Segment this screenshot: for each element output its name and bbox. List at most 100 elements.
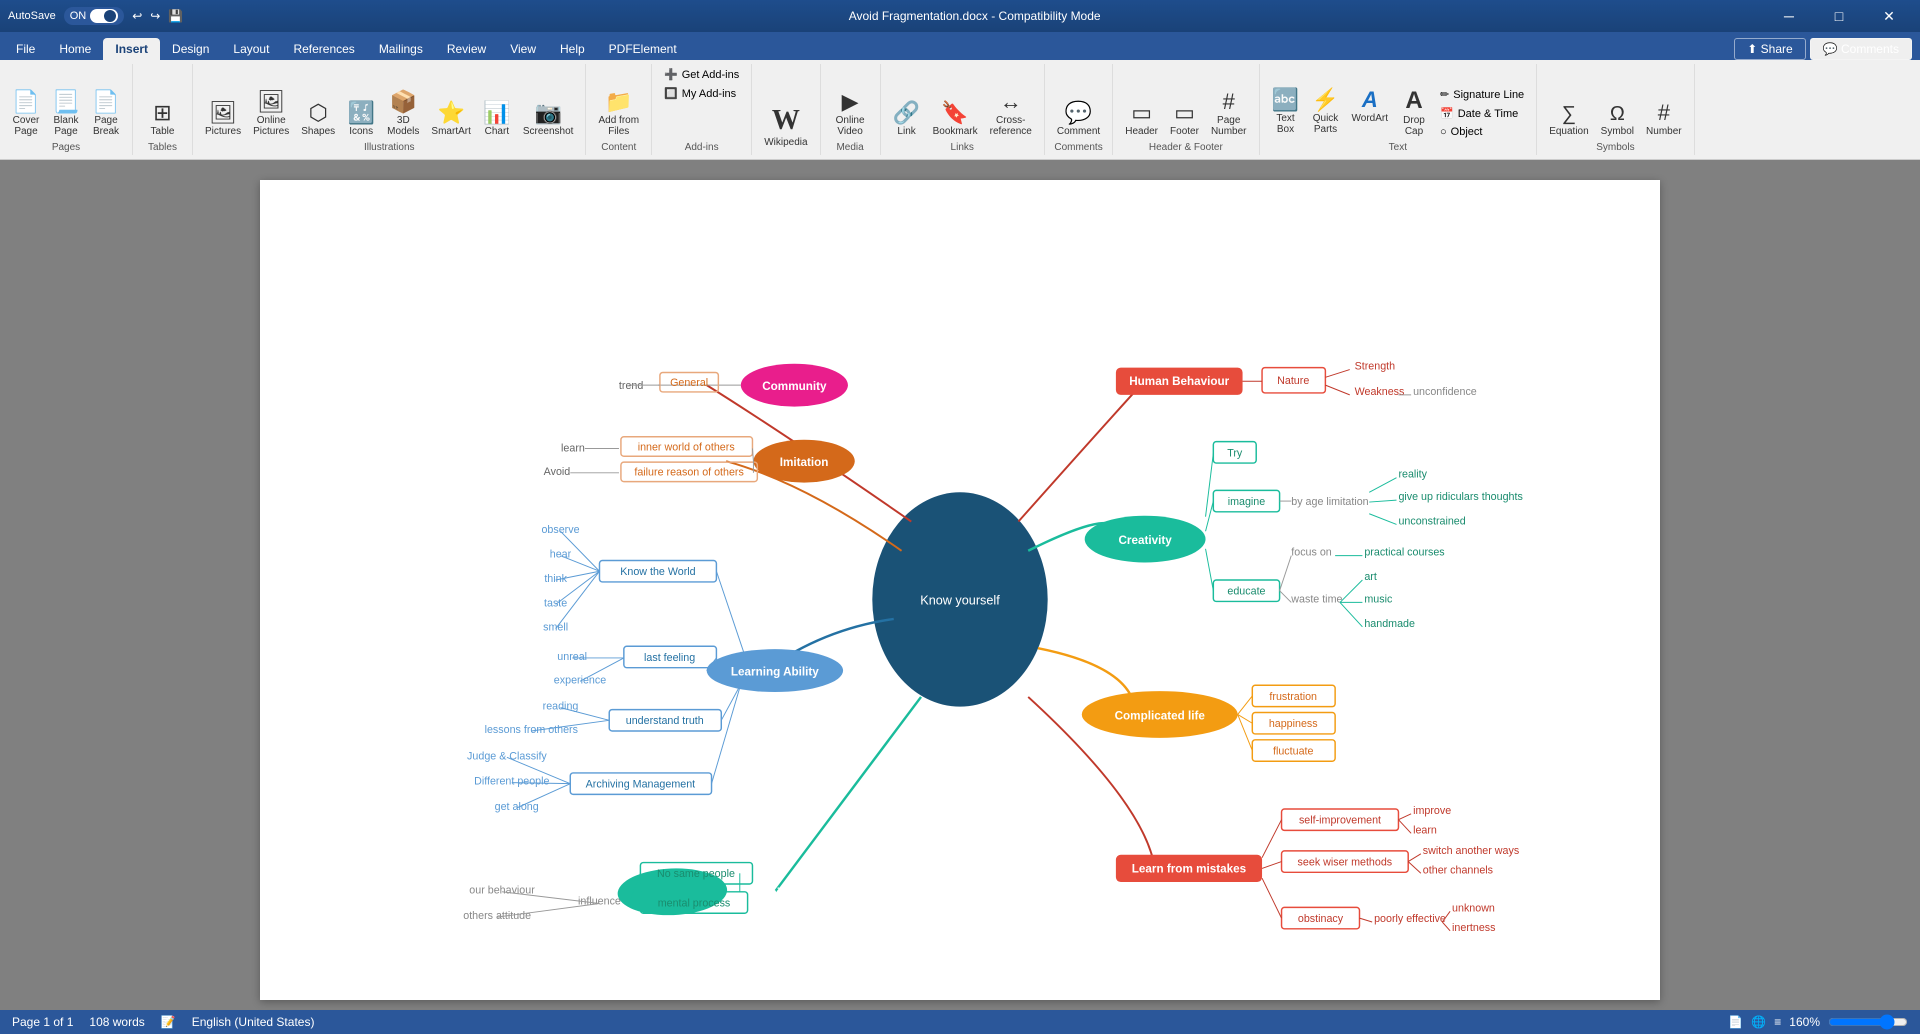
tab-review[interactable]: Review bbox=[435, 38, 498, 60]
cross-reference-button[interactable]: ↔ Cross-reference bbox=[986, 88, 1036, 140]
equation-button[interactable]: ∑ Equation bbox=[1545, 101, 1592, 140]
maximize-button[interactable]: □ bbox=[1816, 0, 1862, 32]
tab-help[interactable]: Help bbox=[548, 38, 597, 60]
tab-references[interactable]: References bbox=[281, 38, 366, 60]
page-break-icon: 📄 bbox=[92, 91, 119, 113]
icons-button[interactable]: 🔣 Icons bbox=[343, 99, 379, 140]
comments-button[interactable]: 💬 Comments bbox=[1810, 38, 1912, 60]
pictures-button[interactable]: 🖼 Pictures bbox=[201, 99, 245, 140]
my-addins-button[interactable]: 🔲 My Add-ins bbox=[660, 85, 743, 102]
undo-icon[interactable]: ↩ bbox=[132, 9, 142, 23]
close-button[interactable]: ✕ bbox=[1866, 0, 1912, 32]
symbol-button[interactable]: Ω Symbol bbox=[1597, 101, 1638, 140]
quick-parts-button[interactable]: ⚡ QuickParts bbox=[1308, 86, 1344, 140]
chart-button[interactable]: 📊 Chart bbox=[479, 99, 515, 140]
text-small-items: ✏ Signature Line 📅 Date & Time ○ Object bbox=[1436, 86, 1528, 140]
svg-text:imagine: imagine bbox=[1228, 496, 1266, 508]
link-icon: 🔗 bbox=[893, 102, 920, 124]
wordart-button[interactable]: A WordArt bbox=[1348, 86, 1393, 140]
links-group-label: Links bbox=[951, 142, 974, 153]
3d-models-button[interactable]: 📦 3DModels bbox=[383, 88, 423, 140]
save-icon[interactable]: 💾 bbox=[168, 9, 183, 23]
page-number-button[interactable]: # PageNumber bbox=[1207, 88, 1251, 140]
link-button[interactable]: 🔗 Link bbox=[889, 99, 925, 140]
language-info[interactable]: English (United States) bbox=[192, 1015, 315, 1029]
redo-icon[interactable]: ↪ bbox=[150, 9, 160, 23]
screenshot-label: Screenshot bbox=[523, 126, 574, 137]
spell-check-icon[interactable]: 📝 bbox=[161, 1015, 176, 1029]
media-items: ▶ OnlineVideo bbox=[832, 66, 869, 140]
svg-text:unknown: unknown bbox=[1452, 902, 1495, 914]
view-web-icon[interactable]: 🌐 bbox=[1751, 1015, 1766, 1029]
svg-text:seek wiser methods: seek wiser methods bbox=[1298, 856, 1393, 868]
wikipedia-button[interactable]: W Wikipedia bbox=[760, 104, 811, 151]
content-group-label: Content bbox=[601, 142, 636, 153]
illustrations-group-label: Illustrations bbox=[364, 142, 415, 153]
smartart-button[interactable]: ⭐ SmartArt bbox=[427, 99, 474, 140]
bookmark-button[interactable]: 🔖 Bookmark bbox=[929, 99, 982, 140]
text-box-button[interactable]: 🔤 TextBox bbox=[1268, 86, 1304, 140]
minimize-button[interactable]: ─ bbox=[1766, 0, 1812, 32]
svg-text:Human Behaviour: Human Behaviour bbox=[1129, 375, 1229, 388]
tab-pdflement[interactable]: PDFElement bbox=[597, 38, 689, 60]
document-area[interactable]: Know yourself Community trend General I bbox=[0, 160, 1920, 1010]
object-button[interactable]: ○ Object bbox=[1436, 124, 1528, 140]
table-icon: ⊞ bbox=[153, 102, 171, 124]
get-addins-button[interactable]: ➕ Get Add-ins bbox=[660, 66, 743, 83]
bookmark-icon: 🔖 bbox=[941, 102, 968, 124]
get-addins-label: Get Add-ins bbox=[682, 69, 739, 81]
autosave-toggle[interactable]: ON bbox=[64, 7, 125, 25]
shapes-button[interactable]: ⬡ Shapes bbox=[297, 99, 339, 140]
tab-file[interactable]: File bbox=[4, 38, 47, 60]
add-from-files-icon: 📁 bbox=[605, 91, 632, 113]
chart-label: Chart bbox=[485, 126, 509, 137]
footer-button[interactable]: ▭ Footer bbox=[1166, 99, 1203, 140]
svg-text:music: music bbox=[1364, 593, 1393, 605]
tab-view[interactable]: View bbox=[498, 38, 548, 60]
tab-design[interactable]: Design bbox=[160, 38, 221, 60]
date-time-button[interactable]: 📅 Date & Time bbox=[1436, 105, 1528, 122]
autosave-switch[interactable] bbox=[90, 9, 118, 23]
symbol-label: Symbol bbox=[1601, 126, 1634, 137]
number-button[interactable]: # Number bbox=[1642, 99, 1686, 140]
wordart-icon: A bbox=[1362, 89, 1378, 111]
page-break-button[interactable]: 📄 PageBreak bbox=[88, 88, 124, 140]
ribbon-group-pages-items: 📄 CoverPage 📃 BlankPage 📄 PageBreak bbox=[8, 66, 124, 140]
online-pictures-button[interactable]: 🖼 OnlinePictures bbox=[249, 88, 293, 140]
symbol-icon: Ω bbox=[1610, 104, 1625, 124]
svg-text:inertness: inertness bbox=[1452, 922, 1495, 934]
drop-cap-button[interactable]: A DropCap bbox=[1396, 86, 1432, 140]
zoom-level[interactable]: 160% bbox=[1789, 1015, 1820, 1029]
chart-icon: 📊 bbox=[483, 102, 510, 124]
comment-button[interactable]: 💬 Comment bbox=[1053, 99, 1104, 140]
zoom-slider[interactable] bbox=[1828, 1014, 1908, 1030]
view-outline-icon[interactable]: ≡ bbox=[1774, 1015, 1781, 1029]
online-video-button[interactable]: ▶ OnlineVideo bbox=[832, 88, 869, 140]
blank-page-button[interactable]: 📃 BlankPage bbox=[48, 88, 84, 140]
svg-text:get along: get along bbox=[495, 801, 539, 813]
svg-text:lessons from others: lessons from others bbox=[485, 724, 578, 736]
share-button[interactable]: ⬆ Share bbox=[1734, 38, 1805, 60]
tab-home[interactable]: Home bbox=[47, 38, 103, 60]
signature-line-button[interactable]: ✏ Signature Line bbox=[1436, 86, 1528, 103]
ribbon-group-illustrations: 🖼 Pictures 🖼 OnlinePictures ⬡ Shapes 🔣 I… bbox=[193, 64, 586, 155]
add-from-files-button[interactable]: 📁 Add fromFiles bbox=[594, 88, 643, 140]
titlebar-left: AutoSave ON ↩ ↪ 💾 bbox=[8, 7, 183, 25]
svg-text:improve: improve bbox=[1413, 805, 1451, 817]
header-icon: ▭ bbox=[1131, 102, 1152, 124]
svg-text:Imitation: Imitation bbox=[780, 456, 829, 469]
tab-layout[interactable]: Layout bbox=[221, 38, 281, 60]
header-button[interactable]: ▭ Header bbox=[1121, 99, 1162, 140]
tab-insert[interactable]: Insert bbox=[103, 38, 160, 60]
svg-text:switch another ways: switch another ways bbox=[1423, 845, 1519, 857]
symbols-group-label: Symbols bbox=[1596, 142, 1634, 153]
ribbon-group-wikipedia: W Wikipedia bbox=[752, 64, 820, 155]
text-box-icon: 🔤 bbox=[1272, 89, 1299, 111]
cover-page-button[interactable]: 📄 CoverPage bbox=[8, 88, 44, 140]
view-normal-icon[interactable]: 📄 bbox=[1728, 1015, 1743, 1029]
screenshot-button[interactable]: 📷 Screenshot bbox=[519, 99, 578, 140]
tab-mailings[interactable]: Mailings bbox=[367, 38, 435, 60]
table-button[interactable]: ⊞ Table bbox=[145, 99, 181, 140]
svg-text:unconstrained: unconstrained bbox=[1398, 515, 1465, 527]
page-number-label: PageNumber bbox=[1211, 115, 1247, 137]
